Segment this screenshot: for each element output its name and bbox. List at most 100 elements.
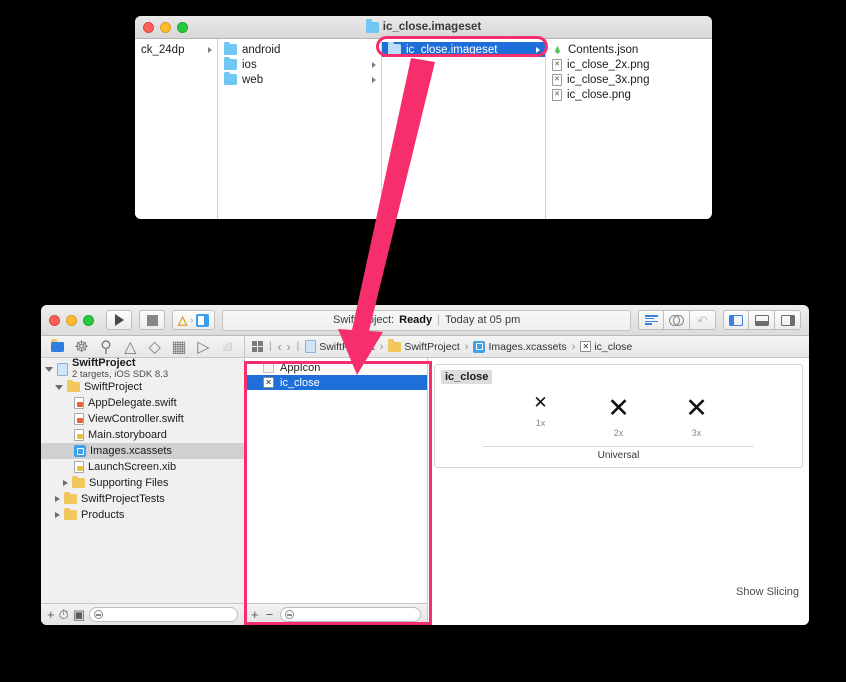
scale-slot-1x[interactable]: ✕ 1x: [521, 395, 561, 438]
panel-toggle-group[interactable]: [723, 310, 801, 330]
finder-window-controls[interactable]: [143, 22, 188, 33]
tree-item-viewcontroller[interactable]: ViewController.swift: [41, 411, 244, 427]
project-navigator-tree[interactable]: SwiftProject 2 targets, iOS SDK 8.3 Swif…: [41, 358, 244, 603]
asset-filter-input[interactable]: [280, 607, 421, 622]
issue-navigator-tab[interactable]: △: [123, 339, 138, 356]
finder-column-platforms[interactable]: android ios web: [218, 39, 382, 219]
breadcrumb-item-project[interactable]: SwiftProject: [305, 340, 375, 353]
tree-item-launchscreen[interactable]: LaunchScreen.xib: [41, 459, 244, 475]
filter-scope-icon: [94, 610, 104, 619]
back-button[interactable]: ‹: [278, 340, 282, 354]
tree-item-swiftproject-group[interactable]: SwiftProject: [41, 379, 244, 395]
navigator-pane: ☸ ⚲ △ ◇ ▦ ▷ ◽ SwiftProject 2 targets, iO…: [41, 336, 245, 625]
finder-item-label: Contents.json: [568, 43, 639, 56]
debug-navigator-tab[interactable]: ▦: [172, 339, 187, 356]
finder-item-label: ic_close_2x.png: [567, 58, 650, 71]
tree-item-swiftproject-root[interactable]: SwiftProject 2 targets, iOS SDK 8.3: [41, 358, 244, 380]
tree-item-label: SwiftProject: [84, 381, 143, 393]
asset-item-label: ic_close: [280, 376, 320, 389]
close-window-button[interactable]: [49, 314, 60, 326]
breadcrumb-item-xcassets[interactable]: Images.xcassets: [473, 340, 567, 353]
filter-scope-icon[interactable]: ▣: [73, 608, 85, 621]
close-icon: ✕: [533, 393, 548, 413]
utilities-panel-icon: [780, 314, 795, 326]
tree-item-appdelegate[interactable]: AppDelegate.swift: [41, 395, 244, 411]
disclosure-triangle-icon[interactable]: [55, 512, 60, 518]
finder-selected-imageset[interactable]: ic_close.imageset: [382, 41, 545, 57]
folder-icon: [67, 379, 80, 392]
tree-item-images-xcassets[interactable]: Images.xcassets: [41, 443, 244, 459]
tree-item-main-storyboard[interactable]: Main.storyboard: [41, 427, 244, 443]
breakpoint-navigator-tab[interactable]: ▷: [196, 339, 211, 356]
list-item[interactable]: web: [218, 71, 381, 87]
list-item[interactable]: ✕ ic_close.png: [546, 87, 711, 102]
asset-item-appicon[interactable]: AppIcon: [245, 360, 427, 375]
tree-item-label: AppDelegate.swift: [88, 397, 177, 409]
assistant-editor-button[interactable]: [664, 310, 690, 330]
add-file-button[interactable]: +: [47, 608, 55, 621]
image-file-icon: ✕: [552, 58, 562, 71]
tree-item-swiftprojecttests[interactable]: SwiftProjectTests: [41, 491, 244, 507]
breadcrumb[interactable]: | ‹ › | SwiftProject › SwiftProject › Im…: [245, 336, 809, 358]
list-item[interactable]: ios: [218, 56, 381, 72]
breadcrumb-item-group[interactable]: SwiftProject: [388, 339, 460, 353]
storyboard-icon: [74, 429, 84, 441]
list-item[interactable]: ✕ ic_close_3x.png: [546, 72, 711, 87]
version-editor-button[interactable]: ↶: [690, 310, 716, 330]
finder-item-label: ck_24dp: [141, 43, 185, 56]
close-window-button[interactable]: [143, 22, 154, 33]
asset-catalog-list[interactable]: AppIcon ✕ ic_close: [245, 358, 428, 603]
find-navigator-tab[interactable]: ⚲: [98, 339, 113, 356]
tree-item-supporting-files[interactable]: Supporting Files: [41, 475, 244, 491]
disclosure-triangle-icon[interactable]: [63, 480, 68, 486]
scheme-selector[interactable]: △ ›: [172, 310, 216, 330]
breadcrumb-label: Images.xcassets: [488, 340, 567, 353]
breadcrumb-separator: ›: [571, 340, 576, 353]
navigator-tab-bar[interactable]: ☸ ⚲ △ ◇ ▦ ▷ ◽: [41, 336, 244, 358]
list-item[interactable]: ✕ ic_close_2x.png: [546, 57, 711, 72]
show-slicing-button[interactable]: Show Slicing: [736, 586, 799, 598]
disclosure-triangle-icon[interactable]: [45, 366, 53, 372]
finder-title-text: ic_close.imageset: [365, 19, 481, 33]
standard-editor-button[interactable]: [638, 310, 664, 330]
list-item[interactable]: android: [218, 41, 381, 57]
scale-slot-2x[interactable]: ✕ 2x: [599, 395, 639, 438]
stop-button[interactable]: [139, 310, 165, 330]
recent-icon[interactable]: ⏱: [59, 608, 69, 621]
maximize-window-button[interactable]: [83, 314, 94, 326]
disclosure-triangle-icon[interactable]: [55, 496, 60, 502]
breadcrumb-item-imageset[interactable]: ✕ ic_close: [580, 341, 632, 353]
run-button[interactable]: [106, 310, 132, 330]
list-item[interactable]: Contents.json: [546, 42, 711, 57]
remove-asset-button[interactable]: −: [266, 608, 274, 621]
test-navigator-tab[interactable]: ◇: [147, 339, 162, 356]
navigator-filter-input[interactable]: [89, 607, 238, 622]
list-item[interactable]: ck_24dp: [135, 42, 217, 57]
add-asset-button[interactable]: +: [251, 608, 259, 621]
forward-button[interactable]: ›: [287, 340, 291, 354]
tree-item-subtitle: 2 targets, iOS SDK 8.3: [72, 368, 169, 380]
maximize-window-button[interactable]: [177, 22, 188, 33]
scale-slot-3x[interactable]: ✕ 3x: [677, 395, 717, 438]
toggle-utilities-button[interactable]: [775, 310, 801, 330]
breadcrumb-separator: ›: [379, 340, 384, 353]
toggle-navigator-button[interactable]: [723, 310, 749, 330]
project-navigator-tab[interactable]: [50, 339, 65, 353]
minimize-window-button[interactable]: [160, 22, 171, 33]
xcassets-icon: [74, 445, 86, 457]
related-items-icon[interactable]: [252, 341, 263, 352]
tree-item-products[interactable]: Products: [41, 507, 244, 523]
report-navigator-tab[interactable]: ◽: [218, 339, 238, 356]
finder-column-imageset[interactable]: ic_close.imageset: [382, 39, 546, 219]
finder-column-partial[interactable]: ck_24dp: [135, 39, 218, 219]
symbol-navigator-tab[interactable]: ☸: [74, 339, 89, 356]
minimize-window-button[interactable]: [66, 314, 77, 326]
disclosure-triangle-icon[interactable]: [55, 384, 63, 390]
finder-titlebar[interactable]: ic_close.imageset: [135, 16, 712, 39]
editor-mode-group[interactable]: ↶: [638, 310, 716, 330]
xcode-window-controls[interactable]: [49, 314, 94, 326]
asset-item-ic-close[interactable]: ✕ ic_close: [245, 375, 427, 390]
toggle-debug-button[interactable]: [749, 310, 775, 330]
assistant-editor-icon: [669, 314, 684, 326]
finder-column-files[interactable]: Contents.json ✕ ic_close_2x.png ✕ ic_clo…: [546, 39, 711, 219]
